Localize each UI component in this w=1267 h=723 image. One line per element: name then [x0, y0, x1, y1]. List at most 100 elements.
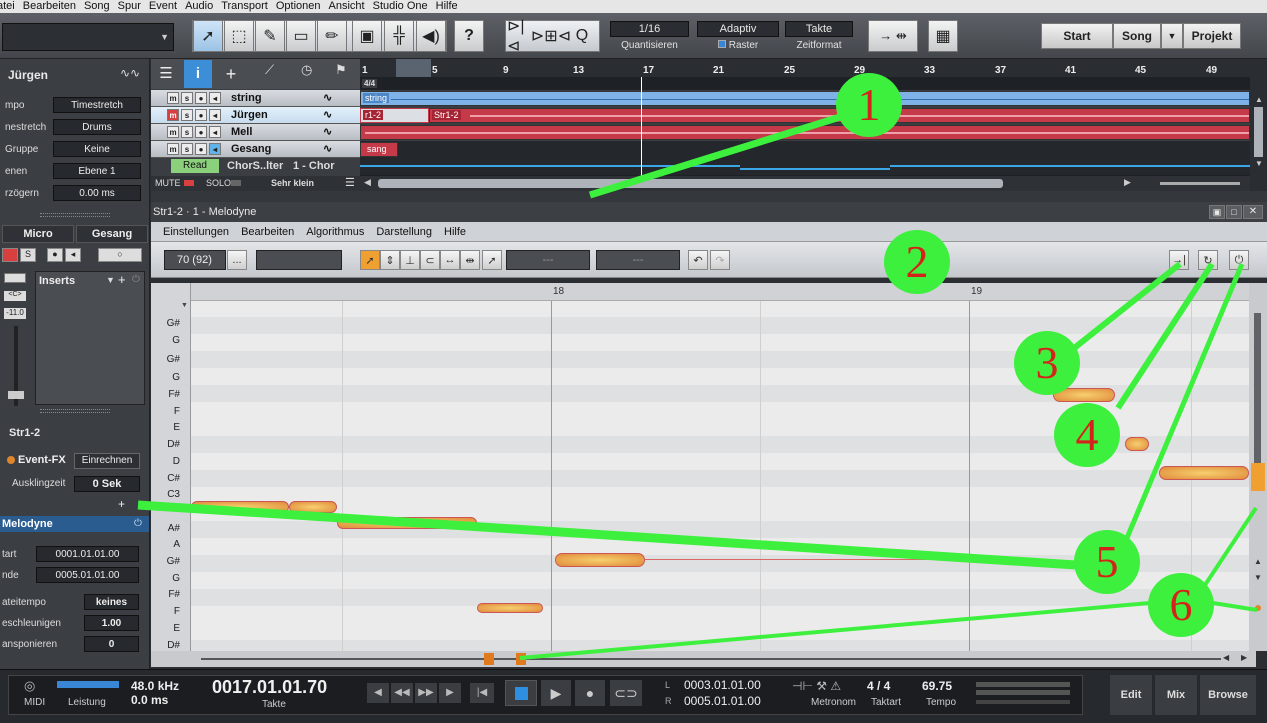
monitor-button[interactable]: ◂ [209, 92, 221, 104]
mix-button[interactable]: Mix [1155, 675, 1197, 715]
formant-tool-button[interactable]: ⊥ [400, 250, 420, 270]
inspector-toggle[interactable]: i [184, 60, 212, 88]
draw-tool-button[interactable]: ✏ [317, 20, 347, 52]
timebase-value[interactable]: Takte [785, 21, 853, 37]
start-page-button[interactable]: Start [1041, 23, 1113, 49]
melodyne-plugin-slot[interactable]: Melodyne [0, 516, 149, 532]
arrow-tool-button[interactable]: ➚ [193, 20, 223, 52]
panel-resize-handle[interactable] [40, 409, 110, 413]
mute-button[interactable]: m [167, 109, 179, 121]
note-blob[interactable] [1159, 466, 1249, 480]
detach-icon[interactable]: ▣ [1209, 205, 1225, 219]
selection-tool-button[interactable]: ➚ [482, 250, 502, 270]
maximize-icon[interactable]: □ [1226, 205, 1242, 219]
position-display[interactable]: 0017.01.01.70 [212, 677, 327, 698]
amplitude-tool-button[interactable]: ⊂ [420, 250, 440, 270]
audio-event-string[interactable]: string [360, 91, 1250, 106]
menu-help[interactable]: Hilfe [436, 0, 458, 13]
song-page-button[interactable]: Song [1113, 23, 1161, 49]
scroll-thumb[interactable] [1254, 107, 1263, 157]
melodyne-overview-bar[interactable]: ◀ ▶ [151, 651, 1256, 667]
solo-button[interactable]: s [181, 126, 193, 138]
mute-tool-button[interactable]: ▣ [352, 20, 382, 52]
power-icon[interactable]: ⏻ [132, 274, 140, 285]
scroll-left-icon[interactable]: ◀ [364, 177, 371, 188]
metronome-icon[interactable]: ⊣⊢ ⚒ ⚠ [792, 679, 841, 693]
panel-resize-handle[interactable] [40, 213, 110, 217]
redo-button[interactable]: ↷ [710, 250, 730, 270]
q-button[interactable]: Q [568, 20, 596, 52]
file-tempo-field[interactable]: keines [84, 594, 139, 610]
menu-algorithm[interactable]: Algorithmus [306, 222, 364, 241]
audio-event-mell[interactable] [360, 125, 1250, 140]
track-list-toggle[interactable]: ☰ [154, 62, 178, 86]
solo-button[interactable]: s [181, 109, 193, 121]
global-solo-label[interactable]: SOLO [206, 178, 231, 188]
menu-track[interactable]: Spur [118, 0, 141, 13]
scroll-follow-button[interactable]: →| [1169, 250, 1189, 270]
track-row[interactable]: m s ● ◂ Gesang ∿ [151, 141, 360, 158]
zoom-slider[interactable] [1160, 182, 1240, 185]
menu-help[interactable]: Hilfe [444, 222, 466, 241]
layer-select[interactable]: Ebene 1 [53, 163, 141, 179]
splitter[interactable] [151, 191, 1267, 202]
solo-button[interactable]: s [181, 143, 193, 155]
quantize-value[interactable]: 1/16 [610, 21, 689, 37]
timing-tool-button[interactable]: ↔ [440, 250, 460, 270]
help-button[interactable]: ? [454, 20, 484, 52]
melodyne-timeline[interactable]: 18 19 [191, 283, 1249, 301]
menu-audio[interactable]: Audio [185, 0, 213, 13]
listen-tool-button[interactable]: ◀) [416, 20, 446, 52]
menu-song[interactable]: Song [84, 0, 110, 13]
track-row[interactable]: m s ● ◂ Mell ∿ [151, 124, 360, 141]
horizontal-scrollbar[interactable]: ◀ ▶ [360, 176, 1250, 191]
note-blob[interactable] [289, 501, 337, 513]
undo-button[interactable]: ↶ [688, 250, 708, 270]
pitch-ruler[interactable]: G# G G# G F# F E D# D C# C3 A# A G# G F#… [151, 283, 191, 651]
audio-event-jurgen-1[interactable]: r1-2 [360, 108, 429, 123]
melodyne-vertical-scrollbar[interactable]: ▲ ▼ [1249, 283, 1267, 651]
track-size-select[interactable]: Sehr klein [271, 178, 314, 188]
track-row-selected[interactable]: m s ● ◂ Jürgen ∿ [151, 107, 360, 124]
global-mute-label[interactable]: MUTE [155, 178, 181, 188]
rewind-button[interactable]: ◀◀ [391, 683, 413, 703]
main-tool-button[interactable]: ➚ [360, 250, 380, 270]
pitch-zoom-handle[interactable] [1251, 463, 1265, 491]
delay-field[interactable]: 0.00 ms [53, 185, 141, 201]
automation-icon[interactable]: ⟋ [265, 62, 274, 78]
layout-dropdown[interactable]: ▼ [2, 23, 174, 51]
fast-forward-button[interactable]: ▶▶ [415, 683, 437, 703]
record-arm-button[interactable]: ● [195, 92, 207, 104]
automation-value[interactable]: 1 - Chor [293, 160, 335, 172]
split-tool-button[interactable]: ✎ [255, 20, 285, 52]
note-blob[interactable] [191, 501, 289, 513]
menu-options[interactable]: Optionen [276, 0, 321, 13]
separation-tool-button[interactable]: ⇹ [460, 250, 480, 270]
note-blob[interactable] [337, 517, 477, 529]
output-volume-slider[interactable] [976, 700, 1070, 704]
zoom-dot[interactable] [1255, 605, 1261, 611]
timestretch-algorithm-select[interactable]: Drums [53, 119, 141, 135]
loop-button[interactable]: ⊂⊃ [610, 680, 642, 706]
mute-button[interactable]: m [167, 143, 179, 155]
scroll-up-icon[interactable]: ▲ [1254, 557, 1262, 566]
tail-field[interactable]: 0 Sek [74, 476, 140, 492]
monitor-button[interactable]: ◂ [209, 126, 221, 138]
note-value-field-2[interactable]: --- [596, 250, 680, 270]
tempo-icon[interactable]: ◷ [301, 62, 312, 78]
input-button[interactable]: ○ [98, 248, 142, 262]
menu-file[interactable]: atei [0, 0, 15, 13]
next-marker-button[interactable]: ▶ [439, 683, 461, 703]
prev-marker-button[interactable]: ◀ [367, 683, 389, 703]
automation-mode-button[interactable]: Read [171, 159, 219, 173]
monitor-button[interactable]: ◂ [65, 248, 81, 262]
timeline-ruler[interactable]: 1 5 9 13 17 21 25 29 33 37 41 45 49 4/4 [360, 59, 1250, 88]
browse-button[interactable]: Browse [1200, 675, 1256, 715]
record-arm-button[interactable]: ● [195, 109, 207, 121]
record-arm-button[interactable]: ● [195, 126, 207, 138]
pitch-field[interactable] [256, 250, 342, 270]
record-arm-button[interactable]: ● [195, 143, 207, 155]
mute-button[interactable]: m [167, 92, 179, 104]
event-start-field[interactable]: 0001.01.01.00 [36, 546, 139, 562]
note-blob[interactable] [477, 603, 543, 613]
